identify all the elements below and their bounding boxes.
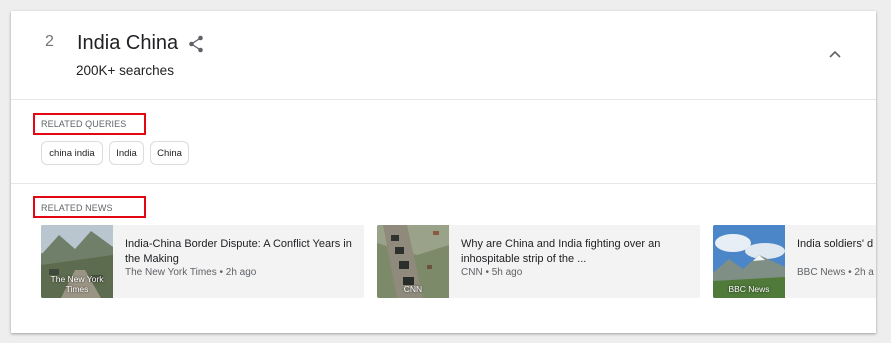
trend-header[interactable]: 2 India China 200K+ searches: [11, 11, 876, 100]
header-divider: [11, 99, 876, 100]
query-chip-china-india[interactable]: china india: [41, 141, 103, 165]
news-thumb-caption: BBC News: [728, 284, 770, 294]
news-meta: CNN • 5h ago: [461, 267, 523, 278]
news-thumb-caption: The New York Times: [50, 274, 104, 294]
section-divider: [11, 183, 876, 184]
news-card-nyt[interactable]: The New York Times India-China Border Di…: [41, 225, 364, 298]
chevron-up-icon[interactable]: [828, 49, 842, 59]
trend-title: India China: [77, 32, 179, 54]
news-headline[interactable]: India-China Border Dispute: A Conflict Y…: [125, 237, 357, 267]
search-count: 200K+ searches: [76, 63, 174, 78]
trend-card: 2 India China 200K+ searches RELATED QUE…: [11, 11, 876, 333]
news-thumbnail: CNN: [377, 225, 449, 298]
share-icon[interactable]: [188, 35, 204, 53]
query-chip-china[interactable]: China: [150, 141, 189, 165]
news-thumbnail: BBC News: [713, 225, 785, 298]
news-thumbnail: The New York Times: [41, 225, 113, 298]
news-card-bbc[interactable]: BBC News India soldiers' d Modi BBC News…: [713, 225, 876, 298]
related-queries-highlight: [33, 113, 146, 135]
news-meta: The New York Times • 2h ago: [125, 267, 257, 278]
news-card-cnn[interactable]: CNN Why are China and India fighting ove…: [377, 225, 700, 298]
related-news-highlight: [33, 196, 146, 218]
query-chip-india[interactable]: India: [109, 141, 144, 165]
news-headline[interactable]: Why are China and India fighting over an…: [461, 237, 693, 267]
news-thumb-caption: CNN: [403, 284, 423, 294]
news-headline[interactable]: India soldiers' d Modi: [797, 237, 876, 252]
news-meta: BBC News • 2h a: [797, 267, 874, 278]
trend-rank: 2: [45, 33, 54, 50]
